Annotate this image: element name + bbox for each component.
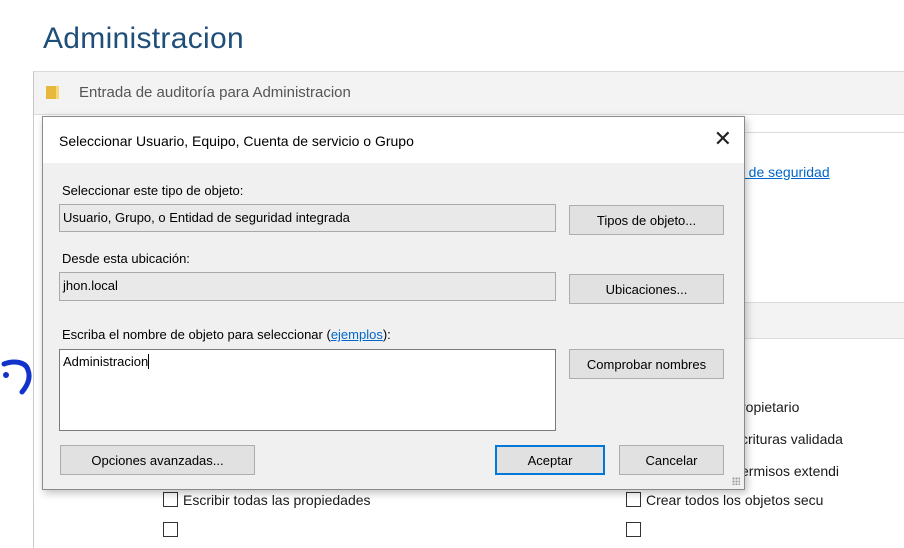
page-title: Administracion [43,22,244,55]
object-type-field: Usuario, Grupo, o Entidad de seguridad i… [59,204,556,232]
check-names-button[interactable]: Comprobar nombres [569,349,724,379]
checkbox-write-all-properties[interactable]: Escribir todas las propiedades [163,492,371,508]
close-icon[interactable]: ✕ [714,126,732,152]
checkbox-box[interactable] [163,522,178,537]
permission-extended-label: ermisos extendi [741,463,840,479]
pen-annotation-icon [1,359,32,395]
checkbox-partial[interactable] [626,522,646,538]
folder-icon [46,86,59,99]
audit-entry-title: Entrada de auditoría para Administracion [79,84,351,101]
resize-grip-icon[interactable] [732,477,740,485]
permission-owner-label: ropietario [741,399,800,415]
checkbox-label: Escribir todas las propiedades [183,492,371,508]
dialog-titlebar: Seleccionar Usuario, Equipo, Cuenta de s… [43,117,744,163]
checkbox-create-all-child-objects[interactable]: Crear todos los objetos secu [626,492,823,508]
object-types-button[interactable]: Tipos de objeto... [569,205,724,235]
object-name-label-prefix: Escriba el nombre de objeto para selecci… [62,327,331,342]
examples-link[interactable]: ejemplos [331,327,383,342]
permissions-header-band [724,302,904,339]
locations-button[interactable]: Ubicaciones... [569,274,724,304]
security-principal-link[interactable]: d de seguridad [737,164,830,180]
checkbox-box[interactable] [626,522,641,537]
location-field: jhon.local [59,272,556,301]
select-principal-dialog: Seleccionar Usuario, Equipo, Cuenta de s… [42,116,745,490]
checkbox-partial[interactable] [163,522,183,538]
object-name-label: Escriba el nombre de objeto para selecci… [62,327,391,342]
object-name-value: Administracion [63,354,149,369]
object-name-label-suffix: ): [382,327,391,342]
object-type-label: Seleccionar este tipo de objeto: [62,183,244,198]
text-cursor [148,354,150,369]
advanced-options-button[interactable]: Opciones avanzadas... [60,445,255,475]
location-label: Desde esta ubicación: [62,251,190,266]
audit-entry-header: Entrada de auditoría para Administracion [34,72,904,115]
object-name-input[interactable]: Administracion [59,349,556,431]
dialog-title: Seleccionar Usuario, Equipo, Cuenta de s… [59,133,414,149]
checkbox-box[interactable] [626,492,641,507]
divider [724,132,904,133]
checkbox-label: Crear todos los objetos secu [646,492,824,508]
cancel-button[interactable]: Cancelar [619,445,724,475]
ok-button[interactable]: Aceptar [495,445,605,475]
permission-validated-writes-label: crituras validada [741,431,843,447]
checkbox-box[interactable] [163,492,178,507]
